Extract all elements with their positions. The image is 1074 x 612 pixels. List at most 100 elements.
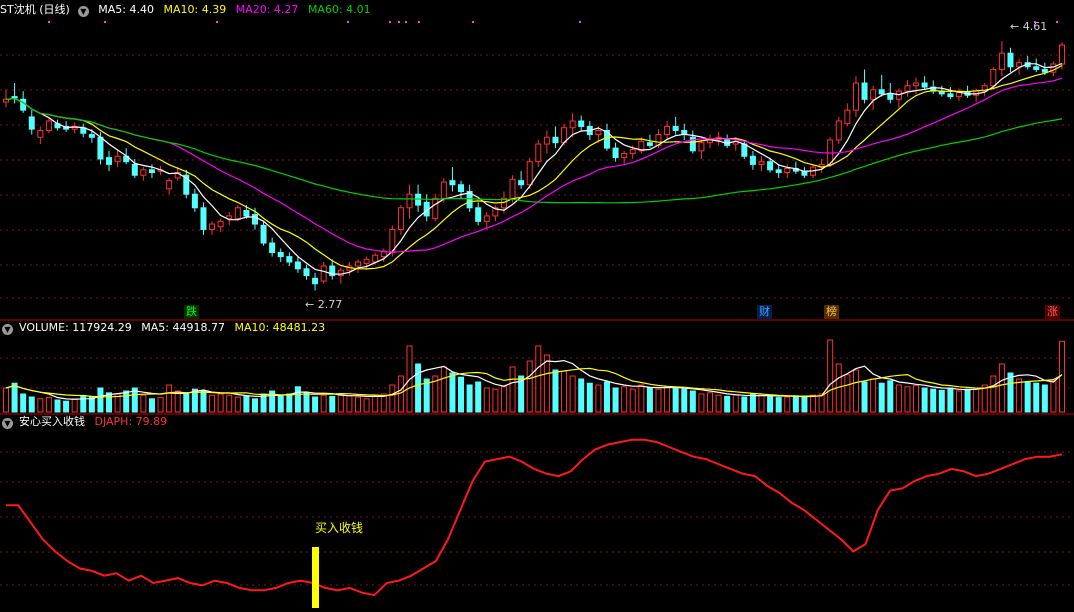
volume-bar	[749, 393, 756, 413]
volume-bar	[329, 395, 336, 413]
volume-bar	[775, 397, 782, 413]
volume-bar	[251, 398, 258, 413]
candle	[1016, 62, 1023, 68]
candle	[277, 252, 284, 258]
volume-bar	[37, 398, 44, 413]
volume-bar	[320, 394, 327, 413]
candle	[672, 125, 679, 131]
volume-bar	[784, 396, 791, 413]
volume-bar	[157, 397, 164, 413]
volume-bar	[595, 384, 602, 413]
volume-bar	[355, 396, 361, 413]
candle	[629, 148, 636, 155]
candle	[543, 136, 550, 145]
candle	[166, 180, 173, 190]
candle	[947, 93, 954, 98]
candle	[260, 224, 267, 244]
event-tag-drop[interactable]: 跌	[184, 305, 199, 319]
low-price-label: ← 2.77	[305, 298, 343, 311]
candle	[11, 96, 18, 99]
volume-bar	[955, 390, 962, 413]
candle	[646, 142, 653, 146]
candle	[835, 120, 842, 141]
candle	[698, 142, 705, 152]
volume-bar	[895, 384, 902, 413]
signal-marker	[398, 21, 400, 23]
candle	[664, 125, 671, 136]
volume-bar	[655, 388, 662, 413]
volume-bar	[792, 395, 799, 413]
main-chart-title: ST沈机 (日线)	[0, 3, 70, 16]
candle	[148, 169, 155, 174]
candle	[106, 157, 113, 165]
volume-bar	[569, 375, 576, 413]
candle	[303, 268, 310, 277]
signal-marker	[579, 21, 581, 23]
high-price-value: 4.61	[1022, 20, 1048, 33]
volume-bar	[586, 382, 593, 413]
volume-bar	[415, 363, 422, 413]
volume-bar	[243, 395, 250, 413]
signal-marker	[1056, 21, 1058, 23]
candle	[569, 120, 576, 129]
candle	[998, 52, 1005, 70]
volume-bar	[603, 381, 610, 413]
volume-bar	[861, 381, 868, 413]
dropdown-icon[interactable]: ▼	[77, 6, 89, 17]
volume-bar	[827, 339, 834, 413]
volume-bar	[363, 398, 370, 413]
signal-marker	[472, 21, 474, 23]
volume-bar	[294, 386, 301, 413]
volume-bar	[458, 376, 465, 413]
candle	[552, 136, 559, 144]
volume-label: VOLUME: 117924.29	[19, 321, 132, 334]
volume-bar	[217, 393, 224, 413]
candle	[1033, 66, 1040, 70]
volume-bar	[1007, 372, 1014, 413]
volume-bar	[732, 394, 739, 413]
volume-bar	[938, 389, 945, 413]
candle	[878, 89, 885, 95]
candle	[312, 277, 319, 285]
candle	[758, 161, 765, 165]
volume-bar	[97, 387, 104, 413]
volume-bar	[543, 354, 550, 413]
candle	[440, 181, 447, 199]
signal-marker	[216, 21, 218, 23]
event-tag-rise[interactable]: 涨	[1045, 305, 1060, 319]
volume-bar	[947, 387, 954, 413]
indicator-legend: ▼ 安心买入收钱 DJAPH: 79.89	[0, 415, 173, 429]
candle	[887, 93, 894, 100]
volume-bar	[372, 395, 379, 413]
volume-bar	[810, 394, 817, 413]
candle	[449, 180, 456, 186]
candle	[578, 120, 585, 127]
volume-ma5-label: MA5: 44918.77	[141, 321, 225, 334]
candle	[88, 134, 95, 138]
candle	[397, 207, 404, 230]
volume-bar	[664, 386, 671, 413]
volume-bar	[767, 395, 774, 413]
stock-chart[interactable]	[0, 0, 1074, 612]
volume-bar	[724, 395, 731, 413]
event-tag-finance[interactable]: 财	[757, 305, 772, 319]
dropdown-icon[interactable]: ▼	[2, 324, 13, 335]
volume-bar	[921, 387, 928, 413]
candle	[518, 180, 525, 186]
candle	[191, 193, 198, 209]
volume-bar	[63, 400, 70, 413]
ma60-line	[5, 97, 1063, 204]
candle	[767, 161, 774, 171]
candle	[140, 169, 147, 176]
candle	[921, 82, 928, 88]
candle	[97, 136, 104, 160]
dropdown-icon[interactable]: ▼	[2, 418, 13, 429]
candle	[749, 155, 756, 165]
volume-bar	[629, 388, 636, 413]
buy-signal-bar	[312, 547, 319, 608]
volume-bar	[801, 395, 808, 413]
event-tag-rank[interactable]: 榜	[824, 305, 839, 319]
candle	[20, 98, 27, 111]
signal-marker	[405, 21, 407, 23]
volume-bar	[45, 397, 52, 413]
